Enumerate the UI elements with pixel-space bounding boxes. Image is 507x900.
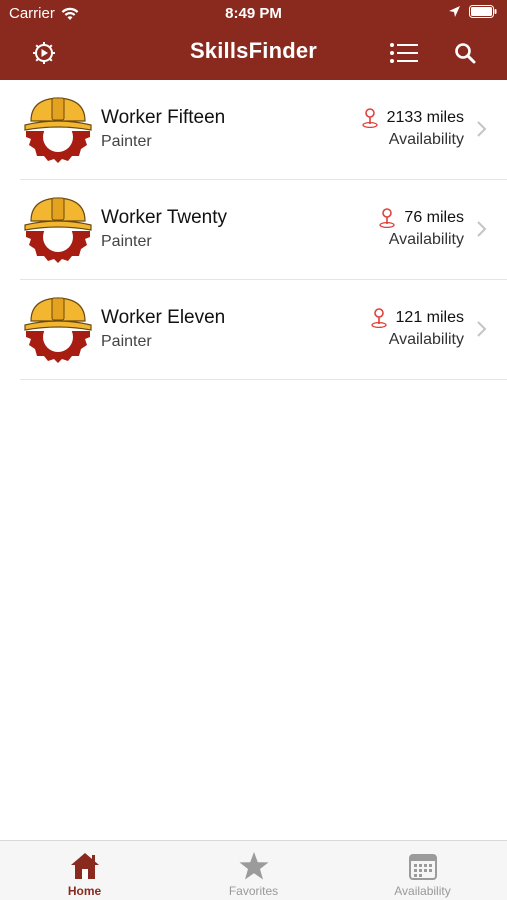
star-icon — [239, 852, 269, 880]
search-button[interactable] — [450, 38, 480, 68]
app-header: Carrier 8:49 PM SkillsFinder — [0, 0, 507, 80]
worker-role: Painter — [101, 333, 152, 350]
distance-group: 2133 miles — [361, 108, 464, 128]
home-icon — [71, 853, 99, 879]
distance-group: 121 miles — [370, 308, 464, 328]
worker-distance: 121 miles — [395, 309, 464, 326]
worker-name: Worker Eleven — [101, 307, 226, 328]
worker-role: Painter — [101, 233, 152, 250]
tab-label: Favorites — [228, 884, 279, 898]
search-icon — [455, 43, 476, 64]
worker-avatar-icon — [24, 297, 92, 363]
worker-name: Worker Twenty — [101, 207, 228, 228]
worker-name: Worker Fifteen — [101, 107, 226, 128]
worker-row[interactable]: Worker Twenty Painter 76 miles Availabil… — [20, 180, 507, 280]
location-arrow-icon — [449, 6, 460, 17]
worker-distance: 2133 miles — [386, 109, 464, 126]
worker-avatar-icon — [24, 197, 92, 263]
status-bar: Carrier 8:49 PM — [0, 0, 507, 28]
battery-icon — [469, 5, 497, 18]
worker-availability: Availability — [388, 131, 464, 148]
worker-availability: Availability — [388, 331, 464, 348]
tab-bar: Home Favorites Availability — [0, 840, 507, 900]
worker-avatar-icon — [24, 97, 92, 163]
worker-distance: 76 miles — [404, 209, 464, 226]
tab-label: Home — [67, 884, 102, 898]
worker-list: Worker Fifteen Painter 2133 miles Availa… — [0, 80, 507, 380]
worker-role: Painter — [101, 133, 152, 150]
map-pin-icon — [379, 208, 396, 228]
worker-row[interactable]: Worker Eleven Painter 121 miles Availabi… — [20, 280, 507, 380]
status-right — [448, 5, 497, 18]
distance-group: 76 miles — [378, 208, 464, 228]
map-pin-icon — [370, 308, 387, 328]
chevron-right-icon — [477, 121, 487, 137]
status-time: 8:49 PM — [225, 5, 282, 22]
list-view-button[interactable] — [389, 38, 419, 68]
tab-availability[interactable]: Availability — [338, 841, 507, 900]
chevron-right-icon — [477, 221, 487, 237]
tab-favorites[interactable]: Favorites — [169, 841, 338, 900]
chevron-right-icon — [477, 321, 487, 337]
tab-label: Availability — [394, 884, 451, 898]
calendar-icon — [409, 854, 437, 880]
worker-row[interactable]: Worker Fifteen Painter 2133 miles Availa… — [20, 80, 507, 180]
app-title: SkillsFinder — [189, 38, 318, 63]
worker-availability: Availability — [388, 231, 464, 248]
tab-home[interactable]: Home — [0, 841, 169, 900]
list-icon — [390, 43, 418, 63]
nav-bar: SkillsFinder — [0, 28, 507, 78]
map-pin-icon — [361, 108, 378, 128]
